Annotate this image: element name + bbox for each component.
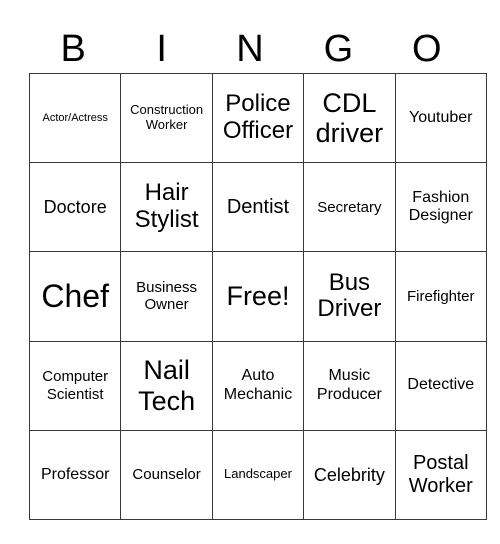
bingo-cell[interactable]: Police Officer	[211, 72, 305, 164]
bingo-cell[interactable]: Secretary	[303, 162, 396, 253]
bingo-cell[interactable]: Professor	[28, 429, 122, 520]
bingo-cell[interactable]: Dentist	[211, 162, 305, 253]
bingo-cell[interactable]: Chef	[28, 251, 122, 342]
grid-row: Actor/Actress Construction Worker Police…	[28, 72, 487, 164]
bingo-cell[interactable]: Detective	[394, 340, 487, 431]
bingo-cell[interactable]: Fashion Designer	[394, 162, 487, 253]
grid-row: Computer Scientist Nail Tech Auto Mechan…	[28, 340, 487, 431]
bingo-cell[interactable]: Youtuber	[394, 72, 487, 164]
grid-row: Chef Business Owner Free! Bus Driver Fir…	[28, 251, 487, 342]
bingo-cell[interactable]: Actor/Actress	[28, 72, 122, 164]
bingo-cell[interactable]: Firefighter	[394, 251, 487, 342]
bingo-cell[interactable]: Postal Worker	[394, 429, 487, 520]
bingo-cell[interactable]: Counselor	[120, 429, 213, 520]
bingo-cell[interactable]: Business Owner	[120, 251, 213, 342]
bingo-cell[interactable]: Auto Mechanic	[211, 340, 305, 431]
bingo-cell[interactable]: Computer Scientist	[28, 340, 122, 431]
header-letter-i: I	[156, 28, 167, 70]
bingo-cell[interactable]: Music Producer	[303, 340, 396, 431]
grid-row: Doctore Hair Stylist Dentist Secretary F…	[28, 162, 487, 253]
bingo-cell[interactable]: Construction Worker	[120, 72, 213, 164]
header-letter-o: O	[412, 28, 442, 70]
grid-row: Professor Counselor Landscaper Celebrity…	[28, 429, 487, 520]
bingo-grid: Actor/Actress Construction Worker Police…	[28, 72, 487, 520]
bingo-cell[interactable]: Nail Tech	[120, 340, 213, 431]
bingo-header: B I N G O	[29, 26, 471, 72]
header-letter-n: N	[236, 28, 264, 70]
bingo-cell[interactable]: Hair Stylist	[120, 162, 213, 253]
free-space-cell[interactable]: Free!	[211, 251, 305, 342]
header-letter-g: G	[323, 28, 354, 70]
bingo-cell[interactable]: Celebrity	[303, 429, 396, 520]
bingo-cell[interactable]: Doctore	[28, 162, 122, 253]
header-letter-b: B	[60, 28, 86, 70]
bingo-cell[interactable]: CDL driver	[303, 72, 396, 164]
bingo-cell[interactable]: Bus Driver	[303, 251, 396, 342]
bingo-cell[interactable]: Landscaper	[211, 429, 305, 520]
